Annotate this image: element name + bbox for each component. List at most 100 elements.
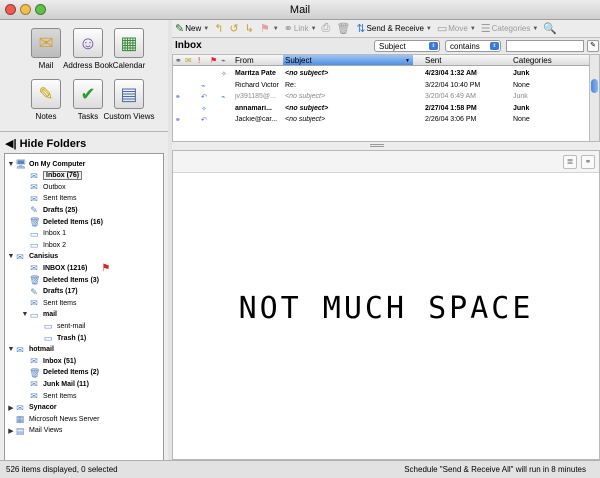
account-icon: ✉ bbox=[16, 402, 24, 413]
message-row[interactable]: ⌁ Richard Victor Re: 3/22/04 10:40 PM None bbox=[173, 81, 591, 92]
chevron-down-icon[interactable]: ▼ bbox=[203, 26, 209, 32]
main-pane: ✎ New ▼ ↰ ↺ ↳ ⚑ ▼ ⚭ Link ▼ ⎙ 🗑 ⇅ Send & Receiv… bbox=[172, 20, 600, 460]
calendar-app-button[interactable]: ▦ Calendar bbox=[103, 28, 155, 70]
sent-column-header[interactable]: Sent bbox=[425, 56, 441, 65]
send-receive-button[interactable]: ⇅ Send & Receive ▼ bbox=[356, 22, 432, 35]
priority-column-icon[interactable]: ! bbox=[198, 56, 200, 65]
deleted-items-icon: 🗑 bbox=[29, 367, 41, 378]
move-button[interactable]: ▭ Move ▼ bbox=[437, 22, 476, 35]
disclosure-triangle-icon[interactable]: ▼ bbox=[7, 253, 15, 260]
folder-item[interactable]: ▭ Inbox 2 bbox=[5, 239, 163, 251]
message-from: Jackie@car... bbox=[235, 116, 278, 123]
folder-label: Deleted Items (16) bbox=[43, 218, 103, 226]
message-row[interactable]: ✧ annamari... <no subject> 2/27/04 1:58 PM J… bbox=[173, 104, 591, 115]
new-button[interactable]: ✎ New ▼ bbox=[175, 22, 209, 35]
folder-item[interactable]: ✉ Inbox (76) bbox=[5, 170, 163, 182]
disclosure-triangle-icon[interactable]: ▶ bbox=[7, 404, 15, 412]
status-column-icon[interactable]: ✉ bbox=[185, 56, 192, 65]
folder-item[interactable]: ▭ Trash (1) bbox=[5, 332, 163, 344]
folder-item[interactable]: ▼ ▭ mail bbox=[5, 309, 163, 321]
clip-column-icon[interactable]: ⌁ bbox=[221, 56, 226, 65]
message-subject: <no subject> bbox=[285, 93, 326, 100]
attachments-button[interactable]: ⚭ bbox=[581, 155, 595, 169]
disclosure-triangle-icon[interactable]: ▼ bbox=[21, 311, 29, 318]
folder-label: Microsoft News Server bbox=[29, 415, 100, 423]
folder-item[interactable]: ✉ Sent Items bbox=[5, 297, 163, 309]
categories-button[interactable]: ☰ Categories ▼ bbox=[481, 22, 539, 35]
attachment-column-icon[interactable]: ⚭ bbox=[175, 56, 182, 65]
folder-item[interactable]: ✉ Inbox (51) bbox=[5, 355, 163, 367]
flag-icon: ⚑ bbox=[259, 23, 270, 35]
folder-label: Mail Views bbox=[29, 427, 63, 435]
account-icon: ✉ bbox=[16, 251, 24, 262]
folder-item[interactable]: ✉ INBOX (1216) ⚑ bbox=[5, 262, 163, 274]
folder-icon: ▭ bbox=[43, 333, 53, 343]
folder-item[interactable]: ▦ Microsoft News Server bbox=[5, 413, 163, 425]
message-subject: <no subject> bbox=[285, 70, 329, 77]
deleted-items-icon: 🗑 bbox=[29, 275, 41, 285]
folder-item[interactable]: 🗑 Deleted Items (3) bbox=[5, 274, 163, 286]
custom-views-icon: ▤ bbox=[114, 79, 144, 109]
junk-mail-icon: ✉ bbox=[30, 379, 38, 390]
forward-icon: ↳ bbox=[244, 23, 254, 35]
folder-item[interactable]: ▼ 🖥 On My Computer bbox=[5, 158, 163, 170]
inbox-icon: ✉ bbox=[30, 263, 38, 274]
reply-button[interactable]: ↰ bbox=[214, 22, 224, 35]
flag-button[interactable]: ⚑ ▼ bbox=[260, 22, 279, 35]
chevron-down-icon[interactable]: ▼ bbox=[426, 26, 432, 32]
folder-label: Deleted Items (3) bbox=[43, 276, 100, 284]
inbox-header: Inbox Subject ⇕ contains ⇕ ✎ bbox=[172, 37, 600, 53]
delete-button[interactable]: 🗑 bbox=[336, 22, 351, 35]
disclosure-triangle-icon[interactable]: ▼ bbox=[7, 346, 15, 353]
scrollbar-thumb[interactable] bbox=[591, 79, 598, 93]
disclosure-triangle-icon[interactable]: ▶ bbox=[7, 427, 15, 435]
from-column-header[interactable]: From bbox=[235, 56, 254, 65]
folder-item[interactable]: 🗑 Deleted Items (16) bbox=[5, 216, 163, 228]
folder-item[interactable]: ▭ sent-mail bbox=[5, 320, 163, 332]
folder-item[interactable]: ✉ Sent Items bbox=[5, 193, 163, 205]
reply-all-button[interactable]: ↺ bbox=[229, 22, 239, 35]
folder-item[interactable]: ▶ ✉ Synacor bbox=[5, 402, 163, 414]
reply-icon: ↶ bbox=[201, 117, 207, 124]
search-button[interactable]: 🔍 bbox=[543, 22, 558, 35]
chevron-down-icon[interactable]: ▼ bbox=[532, 26, 538, 32]
hide-folders-button[interactable]: ◀| Hide Folders bbox=[0, 133, 168, 153]
chevron-down-icon[interactable]: ▼ bbox=[311, 26, 317, 32]
filter-operator-select[interactable]: contains ⇕ bbox=[445, 40, 501, 52]
pane-resize-handle[interactable] bbox=[370, 144, 384, 147]
filter-options-button[interactable]: ✎ bbox=[587, 40, 599, 52]
flag-column-icon[interactable]: ⚑ bbox=[210, 56, 217, 65]
folder-item[interactable]: ✉ Sent Items bbox=[5, 390, 163, 402]
folder-item[interactable]: ▭ Inbox 1 bbox=[5, 228, 163, 240]
folder-item[interactable]: ▼ ✉ Canisius bbox=[5, 251, 163, 263]
sent-items-icon: ✉ bbox=[30, 298, 38, 309]
header-details-button[interactable]: ≣ bbox=[563, 155, 577, 169]
folder-item[interactable]: 🗑 Deleted Items (2) bbox=[5, 367, 163, 379]
subject-column-header[interactable]: Subject ▼ bbox=[283, 55, 413, 65]
chevron-down-icon[interactable]: ▼ bbox=[470, 26, 476, 32]
filter-field-select[interactable]: Subject ⇕ bbox=[374, 40, 440, 52]
link-button[interactable]: ⚭ Link ▼ bbox=[284, 22, 317, 35]
calendar-icon: ▦ bbox=[114, 28, 144, 58]
folder-item[interactable]: ▶ ▤ Mail Views bbox=[5, 425, 163, 437]
folder-item[interactable]: ✎ Drafts (25) bbox=[5, 204, 163, 216]
print-button[interactable]: ⎙ bbox=[322, 22, 332, 35]
message-row[interactable]: ✧ Maritza Pate <no subject> 4/23/04 1:32 AM… bbox=[173, 69, 591, 80]
message-row[interactable]: ⚭ ↶ ⌁ jv391185@... <no subject> 3/20/04 6:49 … bbox=[173, 92, 591, 103]
chevron-down-icon[interactable]: ▼ bbox=[273, 26, 279, 32]
message-row[interactable]: ⚭ ↶ Jackie@car... <no subject> 2/26/04 3:06 … bbox=[173, 115, 591, 126]
categories-column-header[interactable]: Categories bbox=[513, 56, 552, 65]
custom-views-app-button[interactable]: ▤ Custom Views bbox=[103, 79, 155, 121]
filter-search-input[interactable] bbox=[506, 40, 584, 52]
folder-item[interactable]: ▼ ✉ hotmail bbox=[5, 344, 163, 356]
folder-item[interactable]: ✉ Outbox bbox=[5, 181, 163, 193]
folder-item[interactable]: ✉ Junk Mail (11) bbox=[5, 378, 163, 390]
forward-button[interactable]: ↳ bbox=[245, 22, 255, 35]
folder-item[interactable]: ✎ Drafts (17) bbox=[5, 286, 163, 298]
title-bar: Mail bbox=[0, 0, 600, 20]
sent-items-icon: ✉ bbox=[30, 193, 38, 204]
inbox-icon: ✉ bbox=[31, 28, 61, 58]
disclosure-triangle-icon[interactable]: ▼ bbox=[7, 161, 15, 168]
folder-title: Inbox bbox=[175, 40, 202, 51]
folder-label: Inbox 1 bbox=[43, 230, 66, 238]
